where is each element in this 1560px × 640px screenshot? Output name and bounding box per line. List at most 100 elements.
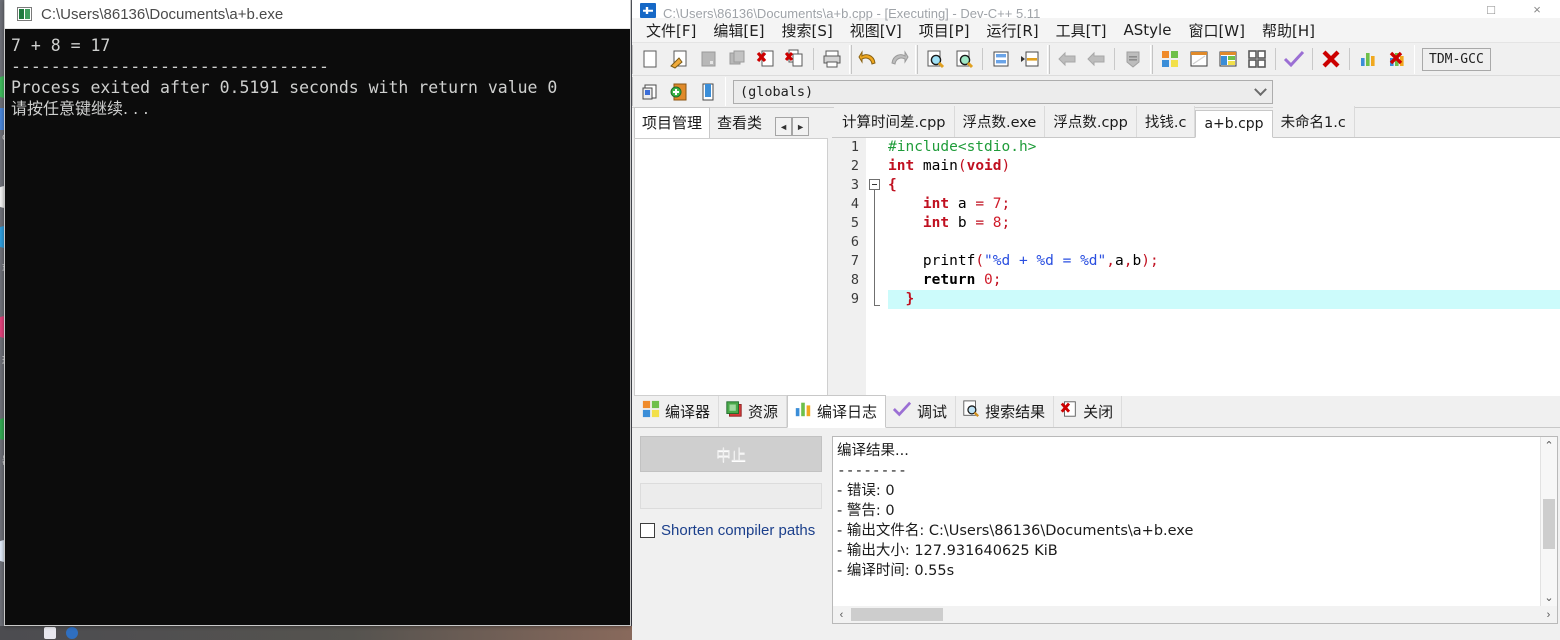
shorten-paths-row[interactable]: Shorten compiler paths xyxy=(640,522,832,539)
scroll-up-icon[interactable]: ⌃ xyxy=(1541,437,1557,454)
menu-window[interactable]: 窗口[W] xyxy=(1180,18,1253,43)
new-file-icon[interactable] xyxy=(636,46,664,73)
menu-help[interactable]: 帮助[H] xyxy=(1254,18,1323,43)
toggle-icon[interactable] xyxy=(1119,46,1147,73)
tab-search-results[interactable]: 搜索结果 xyxy=(956,396,1055,427)
console-output-line-2: -------------------------------- xyxy=(11,57,329,76)
project-panel: 项目管理 查看类 ◄ ► xyxy=(634,107,828,396)
menu-file[interactable]: 文件[F] xyxy=(638,18,704,43)
scroll-right-icon[interactable]: ► xyxy=(792,117,810,136)
horizontal-scroll-thumb[interactable] xyxy=(851,608,943,621)
code-token: return xyxy=(922,272,976,288)
close-button[interactable]: × xyxy=(1514,0,1560,18)
code-line[interactable]: int b = 8; xyxy=(888,214,1560,233)
syntax-check-icon[interactable] xyxy=(1280,46,1308,73)
menu-view[interactable]: 视图[V] xyxy=(842,18,910,43)
project-tree[interactable] xyxy=(634,138,828,396)
code-folding-column[interactable] xyxy=(866,138,888,396)
log-horizontal-scrollbar[interactable]: ‹ › xyxy=(833,606,1557,623)
tab-compile-log[interactable]: 编译日志 xyxy=(787,395,887,428)
console-window[interactable]: C:\Users\86136\Documents\a+b.exe 7 + 8 =… xyxy=(4,0,631,626)
scroll-down-icon[interactable]: ⌄ xyxy=(1541,589,1557,606)
save-all-icon[interactable] xyxy=(723,46,751,73)
menu-edit[interactable]: 编辑[E] xyxy=(705,18,772,43)
compile-icon[interactable] xyxy=(1156,46,1184,73)
editor-tab-0[interactable]: 计算时间差.cpp xyxy=(834,106,955,137)
compiler-set-select[interactable]: TDM-GCC xyxy=(1422,47,1491,71)
taskbar-icon-2[interactable] xyxy=(66,627,78,639)
compile-log-output[interactable]: 编译结果... -------- - 错误: 0 - 警告: 0 - 输出文件名: C:… xyxy=(832,436,1558,624)
tab-class-browser[interactable]: 查看类 xyxy=(710,108,770,138)
redo-icon[interactable] xyxy=(884,46,912,73)
save-file-icon[interactable] xyxy=(694,46,722,73)
code-line[interactable]: printf("%d + %d = %d",a,b); xyxy=(888,252,1560,271)
code-line[interactable]: int main(void) xyxy=(888,157,1560,176)
tab-compiler[interactable]: 编译器 xyxy=(636,396,720,427)
menu-search[interactable]: 搜索[S] xyxy=(774,18,841,43)
devcpp-titlebar[interactable]: C:\Users\86136\Documents\a+b.cpp - [Exec… xyxy=(632,0,1560,21)
insert-icon[interactable] xyxy=(636,78,664,105)
close-all-icon[interactable] xyxy=(781,46,809,73)
editor-tab-3[interactable]: 找钱.c xyxy=(1136,106,1196,137)
maximize-button[interactable]: □ xyxy=(1468,0,1514,18)
devcpp-window[interactable]: C:\Users\86136\Documents\a+b.cpp - [Exec… xyxy=(632,0,1560,640)
editor-body[interactable]: 123456789 #include<stdio.h> int main(void… xyxy=(832,138,1560,396)
console-titlebar[interactable]: C:\Users\86136\Documents\a+b.exe xyxy=(5,0,630,29)
menu-project[interactable]: 项目[P] xyxy=(911,18,978,43)
menu-tools[interactable]: 工具[T] xyxy=(1048,18,1115,43)
undo-icon[interactable] xyxy=(855,46,883,73)
code-line[interactable]: int a = 7; xyxy=(888,195,1560,214)
taskbar-icon-1[interactable] xyxy=(44,627,56,639)
print-icon[interactable] xyxy=(818,46,846,73)
scroll-left-arrow-icon[interactable]: ‹ xyxy=(833,609,850,621)
code-text[interactable]: #include<stdio.h> int main(void){ int a =… xyxy=(888,138,1560,396)
console-output-area[interactable]: 7 + 8 = 17 -----------------------------… xyxy=(5,29,630,625)
code-line[interactable]: { xyxy=(888,176,1560,195)
editor-tab-5[interactable]: 未命名1.c xyxy=(1272,106,1355,137)
menu-astyle[interactable]: AStyle xyxy=(1116,19,1180,41)
tab-debug[interactable]: 调试 xyxy=(886,396,957,427)
toggle-breakpoint-icon[interactable] xyxy=(665,78,693,105)
code-line[interactable]: return 0; xyxy=(888,271,1560,290)
goto-function-icon[interactable] xyxy=(1016,46,1044,73)
fold-collapse-icon[interactable] xyxy=(869,179,880,190)
shorten-paths-checkbox[interactable] xyxy=(640,523,655,538)
compile-run-icon[interactable] xyxy=(1214,46,1242,73)
editor-tab-1[interactable]: 浮点数.exe xyxy=(954,106,1046,137)
rebuild-all-icon[interactable] xyxy=(1243,46,1271,73)
tab-resource[interactable]: 资源 xyxy=(719,396,788,427)
open-file-icon[interactable] xyxy=(665,46,693,73)
taskbar[interactable] xyxy=(0,626,640,640)
goto-declaration-icon[interactable] xyxy=(694,78,722,105)
code-token: = xyxy=(975,215,985,231)
profile-icon[interactable] xyxy=(1354,46,1382,73)
editor-tab-4[interactable]: a+b.cpp xyxy=(1195,110,1273,138)
code-line[interactable]: } xyxy=(888,290,1560,309)
run-icon[interactable] xyxy=(1185,46,1213,73)
tab-close-label: 关闭 xyxy=(1083,402,1114,421)
log-vertical-scrollbar[interactable]: ⌃ ⌄ xyxy=(1540,437,1557,623)
toolbar-group-class xyxy=(632,77,726,106)
stop-execution-icon[interactable] xyxy=(1317,46,1345,73)
tab-close[interactable]: 关闭 xyxy=(1054,396,1123,427)
delete-profile-icon[interactable] xyxy=(1383,46,1411,73)
scroll-left-icon[interactable]: ◄ xyxy=(775,117,793,136)
replace-icon[interactable] xyxy=(950,46,978,73)
editor-tab-2[interactable]: 浮点数.cpp xyxy=(1045,106,1137,137)
code-line[interactable]: #include<stdio.h> xyxy=(888,138,1560,157)
code-line[interactable] xyxy=(888,233,1560,252)
goto-line-icon[interactable] xyxy=(987,46,1015,73)
globals-combo[interactable]: (globals) xyxy=(733,79,1273,104)
code-token: { xyxy=(888,177,897,193)
abort-button[interactable]: 中止 xyxy=(640,436,822,472)
forward-icon[interactable] xyxy=(1082,46,1110,73)
vertical-scroll-thumb[interactable] xyxy=(1543,499,1555,549)
back-icon[interactable] xyxy=(1053,46,1081,73)
close-file-icon[interactable] xyxy=(752,46,780,73)
find-icon[interactable] xyxy=(921,46,949,73)
menu-run[interactable]: 运行[R] xyxy=(978,18,1046,43)
tab-project-manager[interactable]: 项目管理 xyxy=(634,107,711,138)
scroll-right-arrow-icon[interactable]: › xyxy=(1540,609,1557,621)
tab-debug-label: 调试 xyxy=(917,402,948,421)
